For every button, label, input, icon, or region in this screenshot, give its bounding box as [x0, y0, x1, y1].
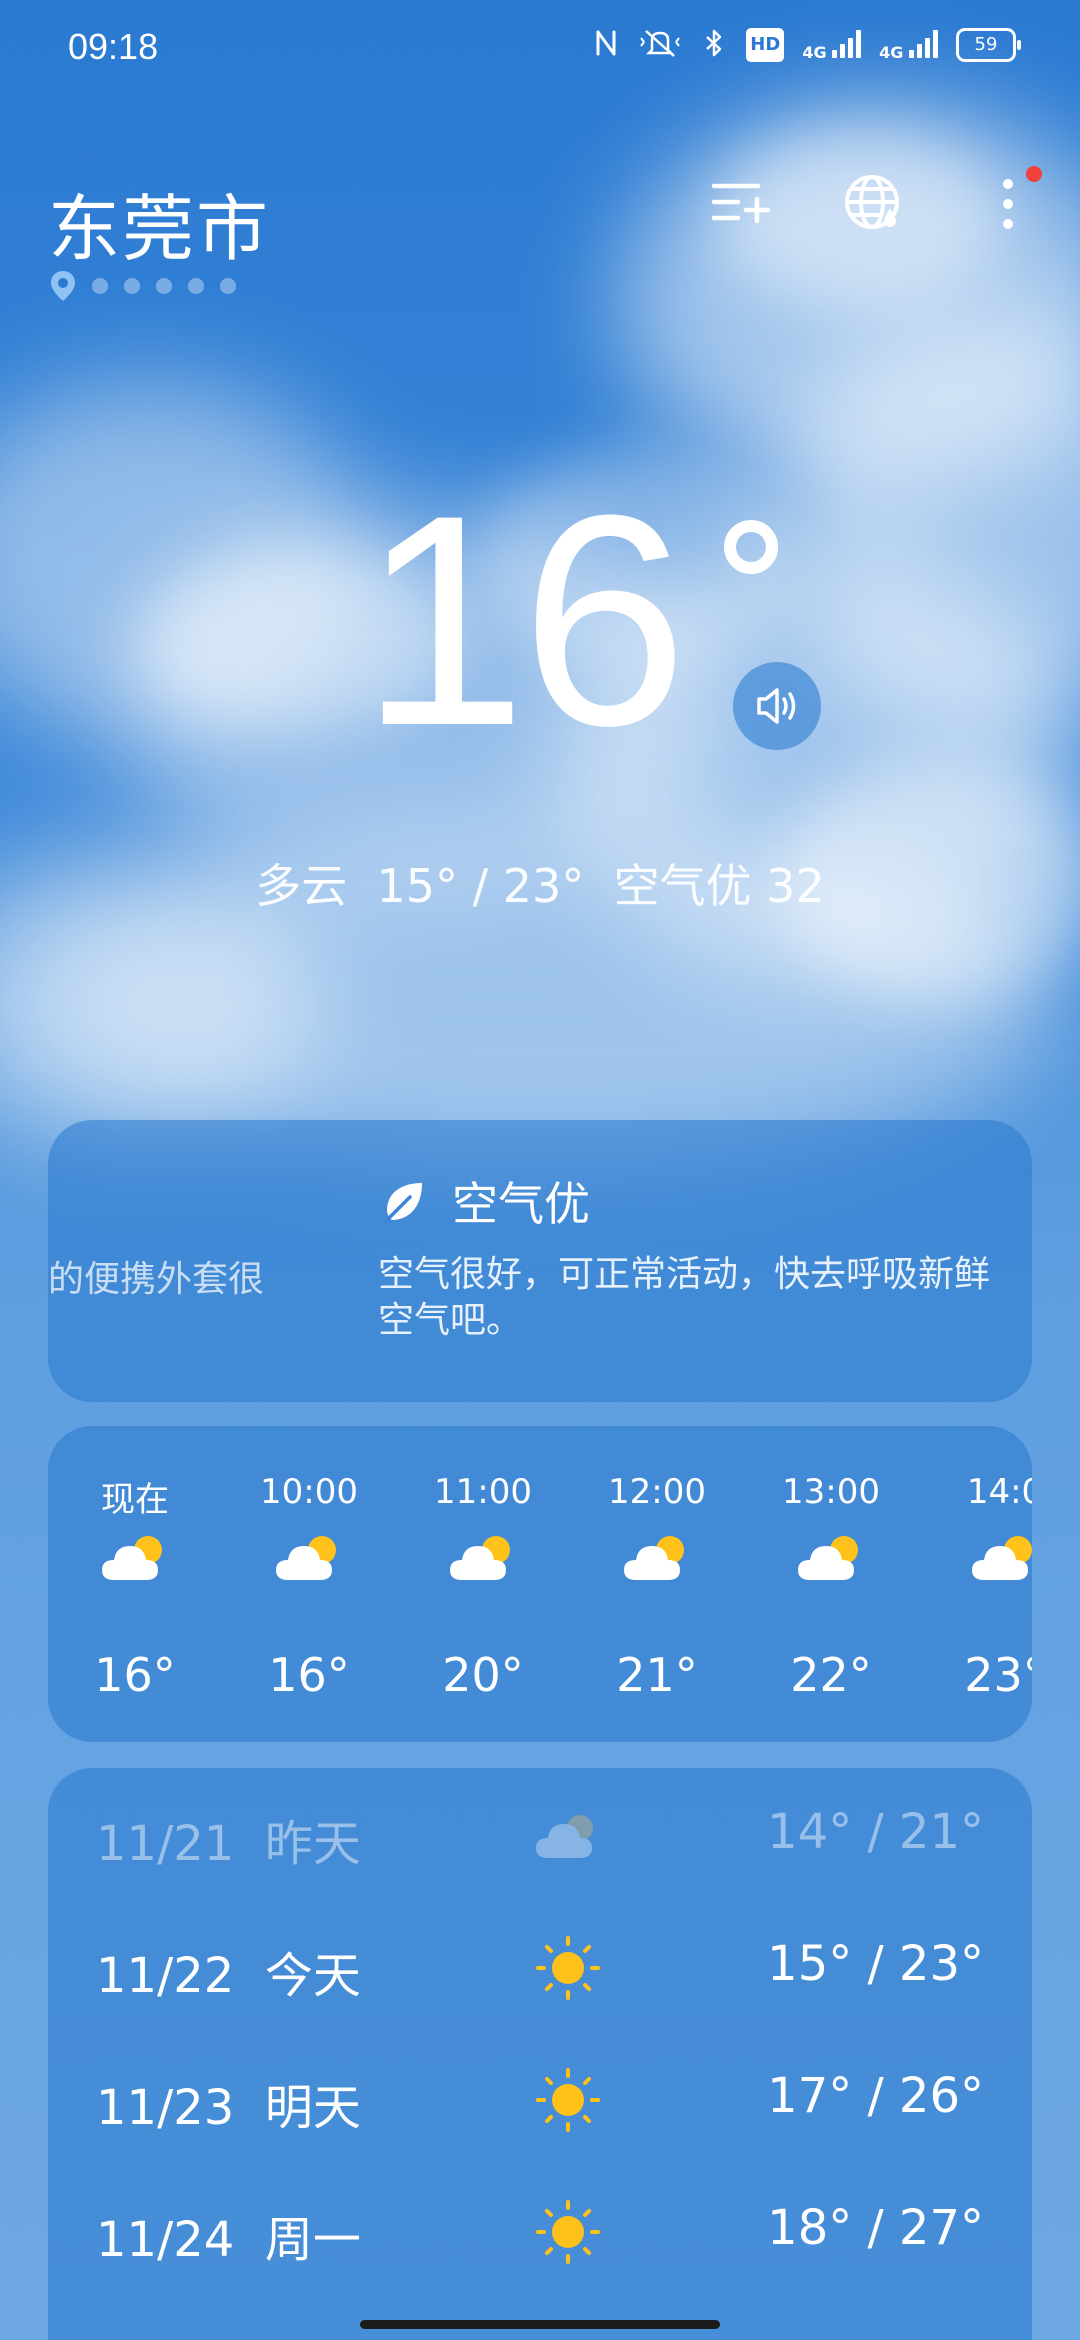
- network-type-label: 4G: [802, 43, 827, 62]
- cloudy-icon: [536, 1815, 593, 1858]
- header-actions: [708, 166, 1042, 236]
- air-quality-card[interactable]: 的便携外套很 空气优 空气很好，可正常活动，快去呼吸新鲜空气吧。: [48, 1120, 1032, 1402]
- hour-temperature: 23°: [964, 1648, 1032, 1702]
- page-dot: [156, 278, 172, 294]
- degree-symbol-icon: [724, 520, 778, 574]
- hour-label: 14:0: [966, 1472, 1032, 1512]
- current-temperature: 16: [360, 452, 688, 788]
- air-quality-description: 空气很好，可正常活动，快去呼吸新鲜空气吧。: [378, 1254, 991, 1341]
- daily-forecast-card[interactable]: 11/21 昨天 14° / 21° 11/22 今天 15° / 23° 11…: [48, 1768, 1032, 2340]
- city-name[interactable]: 东莞市: [48, 170, 270, 275]
- daily-row-today[interactable]: 11/22 今天 15° / 23°: [48, 1900, 1032, 2032]
- page-dot: [124, 278, 140, 294]
- hourly-item: 10:00 16°: [222, 1426, 396, 1742]
- add-city-icon: [711, 183, 771, 224]
- partly-cloudy-icon: [798, 1536, 858, 1580]
- page-dot: [92, 278, 108, 294]
- daily-row-monday[interactable]: 11/24 周一 18° / 27°: [48, 2164, 1032, 2296]
- more-icon: [1003, 179, 1013, 229]
- day-label: 11/21 昨天: [96, 1816, 361, 1872]
- hourly-item: 12:00 21°: [570, 1426, 744, 1742]
- day-label: 11/24 周一: [96, 2212, 361, 2268]
- hourly-forecast-card[interactable]: 现在 16° 10:00 16° 11:00 20° 12:00 21° 13:…: [48, 1426, 1032, 1742]
- day-label: 11/22 今天: [96, 1948, 361, 2004]
- battery-icon: 59: [956, 28, 1021, 62]
- hourly-item: 现在 16°: [48, 1426, 222, 1742]
- status-time: 09:18: [68, 26, 159, 67]
- weather-summary: 多云 15° / 23° 空气优 32: [255, 859, 825, 913]
- hour-temperature: 16°: [94, 1648, 176, 1702]
- day-temperature-range: 17° / 26°: [767, 2068, 984, 2124]
- hour-label: 现在: [101, 1480, 169, 1520]
- hour-label: 10:00: [260, 1472, 358, 1512]
- partly-cloudy-icon: [624, 1536, 684, 1580]
- page-indicator: [50, 270, 236, 302]
- voice-broadcast-button[interactable]: [733, 662, 821, 750]
- sun-icon: [536, 2068, 600, 2132]
- add-city-button[interactable]: [708, 172, 772, 236]
- air-quality-title: 空气优: [382, 1168, 590, 1234]
- day-temperature-range: 15° / 23°: [767, 1936, 984, 1992]
- more-menu-button[interactable]: [976, 166, 1042, 236]
- sun-icon: [536, 1936, 600, 2000]
- leaf-icon: [384, 1183, 422, 1223]
- bluetooth-icon: [700, 28, 728, 62]
- signal-icon: 4G: [879, 28, 938, 62]
- globe-button[interactable]: [842, 172, 906, 236]
- day-temperature-range: 14° / 21°: [767, 1804, 984, 1860]
- hour-label: 11:00: [434, 1472, 532, 1512]
- sun-icon: [536, 2200, 600, 2264]
- partly-cloudy-icon: [450, 1536, 510, 1580]
- hd-icon: HD: [746, 28, 785, 62]
- hourly-forecast-list[interactable]: 现在 16° 10:00 16° 11:00 20° 12:00 21° 13:…: [48, 1426, 1032, 1742]
- daily-row-tomorrow[interactable]: 11/23 明天 17° / 26°: [48, 2032, 1032, 2164]
- globe-icon: [845, 175, 899, 229]
- daily-row-yesterday[interactable]: 11/21 昨天 14° / 21°: [48, 1768, 1032, 1900]
- page-dot: [220, 278, 236, 294]
- network-type-label: 4G: [879, 43, 904, 62]
- page-dot: [188, 278, 204, 294]
- hour-label: 12:00: [608, 1472, 706, 1512]
- hour-temperature: 22°: [790, 1648, 872, 1702]
- signal-icon: 4G: [802, 28, 862, 62]
- day-label: 11/23 明天: [96, 2080, 361, 2136]
- status-icons: HD 4G 4G 59: [592, 28, 1021, 62]
- hour-label: 13:00: [782, 1472, 880, 1512]
- hour-temperature: 21°: [616, 1648, 698, 1702]
- location-pin-icon: [51, 271, 75, 301]
- speaker-icon: [757, 688, 796, 724]
- partly-cloudy-icon: [276, 1536, 336, 1580]
- partly-cloudy-icon: [972, 1536, 1032, 1580]
- partly-cloudy-icon: [102, 1536, 162, 1580]
- day-temperature-range: 18° / 27°: [767, 2200, 984, 2256]
- tip-carousel-previous: 的便携外套很: [48, 1259, 265, 1300]
- home-indicator[interactable]: [360, 2320, 720, 2329]
- air-quality-label: 空气优: [452, 1177, 590, 1231]
- hour-temperature: 16°: [268, 1648, 350, 1702]
- notification-dot: [1026, 166, 1042, 182]
- hour-temperature: 20°: [442, 1648, 524, 1702]
- status-bar: 09:18 HD 4G 4G 59: [0, 0, 1080, 96]
- hourly-item: 14:0 23°: [918, 1426, 1032, 1742]
- nfc-icon: [592, 28, 620, 62]
- mute-icon: [638, 28, 682, 62]
- hourly-item: 11:00 20°: [396, 1426, 570, 1742]
- hourly-item: 13:00 22°: [744, 1426, 918, 1742]
